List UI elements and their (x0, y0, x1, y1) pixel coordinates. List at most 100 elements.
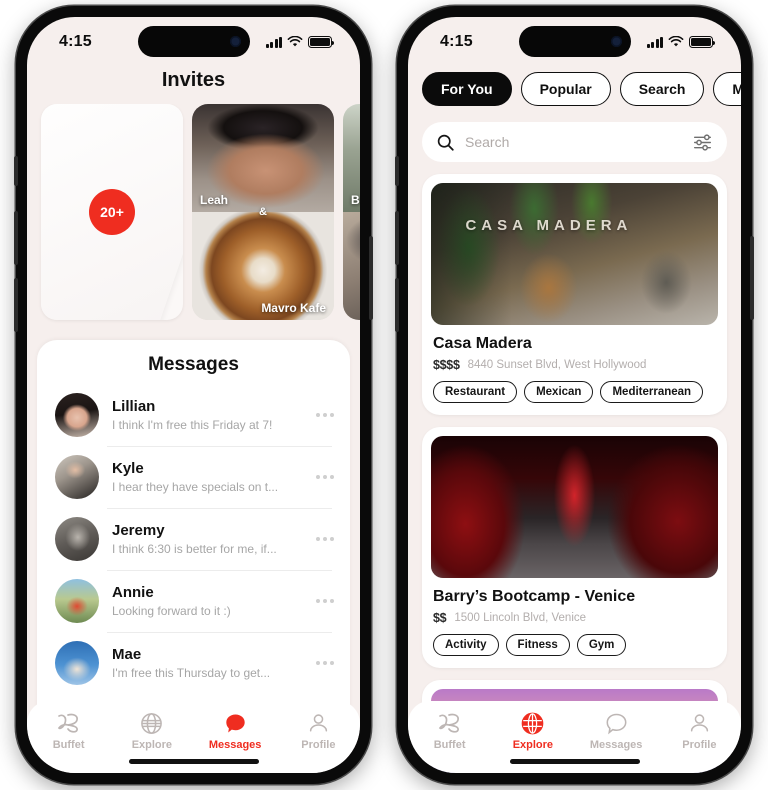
mute-switch[interactable] (14, 156, 18, 186)
search-bar[interactable]: Search (422, 122, 727, 162)
venue-name: Casa Madera (433, 335, 532, 352)
tab-map[interactable]: Map (713, 72, 741, 106)
venue-tag-list: Activity Fitness Gym (433, 634, 716, 656)
message-preview: I think 6:30 is better for me, if... (112, 542, 277, 556)
tab-messages[interactable]: Messages (580, 711, 652, 751)
venue-card[interactable]: CASA MADERA Casa Madera $$$$ 8440 Sunset… (422, 174, 727, 415)
more-options-icon[interactable] (312, 413, 334, 417)
more-options-icon[interactable] (312, 537, 334, 541)
volume-up-button[interactable] (395, 211, 399, 265)
tab-profile[interactable]: Profile (663, 711, 735, 751)
message-sender-name: Lillian (112, 398, 156, 415)
venue-name: Barry’s Bootcamp - Venice (433, 588, 636, 605)
globe-icon (521, 711, 544, 735)
venue-tag[interactable]: Activity (433, 634, 499, 656)
venue-tag[interactable]: Restaurant (433, 381, 518, 403)
tab-label: Profile (682, 739, 717, 751)
status-time: 4:15 (440, 33, 473, 50)
tab-profile[interactable]: Profile (282, 711, 354, 751)
status-time: 4:15 (59, 33, 92, 50)
venue-photo: CASA MADERA (431, 183, 718, 325)
search-icon (437, 134, 454, 151)
venue-sign-text: CASA MADERA (465, 217, 633, 235)
invite-card[interactable]: Beat (343, 104, 360, 320)
message-preview: Looking forward to it :) (112, 604, 231, 618)
venue-photo (431, 436, 718, 578)
invite-person-photo: Leah (192, 104, 334, 212)
front-camera-icon (229, 36, 241, 47)
chat-bubble-icon (224, 711, 247, 735)
tab-explore[interactable]: Explore (497, 711, 569, 751)
message-preview: I hear they have specials on t... (112, 480, 279, 494)
venue-card[interactable]: Barry’s Bootcamp - Venice $$ 1500 Lincol… (422, 427, 727, 668)
front-camera-icon (610, 36, 622, 47)
envelope-card[interactable]: 20+ (41, 104, 183, 320)
search-input[interactable]: Search (465, 134, 682, 150)
home-indicator[interactable] (509, 759, 640, 764)
avatar (55, 579, 99, 623)
home-indicator[interactable] (128, 759, 259, 764)
power-button[interactable] (750, 236, 754, 320)
tab-search[interactable]: Search (619, 72, 705, 106)
tab-messages[interactable]: Messages (199, 711, 271, 751)
volume-down-button[interactable] (395, 278, 399, 332)
invite-card[interactable]: Leah & Mavro Kafe (192, 104, 334, 320)
message-list[interactable]: Lillian I think I'm free this Friday at … (37, 384, 350, 694)
list-item[interactable]: Mae I'm free this Thursday to get... (37, 632, 350, 694)
venue-tag[interactable]: Mexican (524, 381, 594, 403)
list-item[interactable]: Lillian I think I'm free this Friday at … (37, 384, 350, 446)
tab-for-you[interactable]: For You (422, 72, 512, 106)
tab-label: Messages (208, 739, 262, 751)
more-options-icon[interactable] (312, 475, 334, 479)
invite-person-name: Beat (351, 193, 360, 207)
tab-buffet[interactable]: Buffet (33, 711, 105, 751)
list-item[interactable]: Annie Looking forward to it :) (37, 570, 350, 632)
person-icon (307, 711, 330, 735)
more-options-icon[interactable] (312, 599, 334, 603)
invite-place-photo: Mavro Kafe (192, 212, 334, 320)
phone-messages: 4:15 Invites 20+ Leah & Mavro Kafe B Mes… (14, 6, 373, 784)
invite-person-photo: Beat (343, 104, 360, 212)
message-sender-name: Mae (112, 646, 142, 663)
tab-popular[interactable]: Popular (520, 72, 611, 106)
person-icon (688, 711, 711, 735)
list-item[interactable]: Jeremy I think 6:30 is better for me, if… (37, 508, 350, 570)
message-sender-name: Kyle (112, 460, 144, 477)
invites-count-badge: 20+ (89, 189, 135, 235)
venue-tag[interactable]: Gym (576, 634, 627, 656)
list-item[interactable]: Kyle I hear they have specials on t... (37, 446, 350, 508)
more-options-icon[interactable] (312, 661, 334, 665)
avatar (55, 455, 99, 499)
status-bar: 4:15 (27, 17, 360, 67)
avatar (55, 641, 99, 685)
filter-sliders-icon[interactable] (692, 133, 713, 152)
venue-tag[interactable]: Mediterranean (600, 381, 704, 403)
tab-explore[interactable]: Explore (116, 711, 188, 751)
invites-carousel[interactable]: 20+ Leah & Mavro Kafe B (27, 104, 360, 326)
two-phone-mockup: 4:15 Invites 20+ Leah & Mavro Kafe B Mes… (0, 0, 768, 790)
tab-buffet[interactable]: Buffet (414, 711, 486, 751)
venue-tag[interactable]: Fitness (505, 634, 570, 656)
screen-messages: 4:15 Invites 20+ Leah & Mavro Kafe B Mes… (27, 17, 360, 773)
venue-feed[interactable]: CASA MADERA Casa Madera $$$$ 8440 Sunset… (408, 174, 741, 773)
tab-label: Buffet (433, 739, 466, 751)
volume-down-button[interactable] (14, 278, 18, 332)
messages-body: Invites 20+ Leah & Mavro Kafe B Messages… (27, 67, 360, 773)
cellular-signal-icon (646, 36, 663, 48)
cellular-signal-icon (265, 36, 282, 48)
venue-price-level: $$$$ (433, 358, 460, 372)
explore-body: For You Popular Search Map Search (408, 67, 741, 773)
mute-switch[interactable] (395, 156, 399, 186)
buffet-logo-icon (437, 711, 463, 735)
volume-up-button[interactable] (14, 211, 18, 265)
battery-full-icon (308, 36, 335, 48)
venue-meta: $$ 1500 Lincoln Blvd, Venice (433, 611, 716, 625)
tab-label: Explore (131, 739, 173, 751)
power-button[interactable] (369, 236, 373, 320)
invite-place-photo (343, 212, 360, 320)
dynamic-island (518, 26, 631, 57)
category-tab-row[interactable]: For You Popular Search Map (408, 69, 741, 109)
buffet-logo-icon (56, 711, 82, 735)
tab-label: Profile (301, 739, 336, 751)
tab-label: Buffet (52, 739, 85, 751)
